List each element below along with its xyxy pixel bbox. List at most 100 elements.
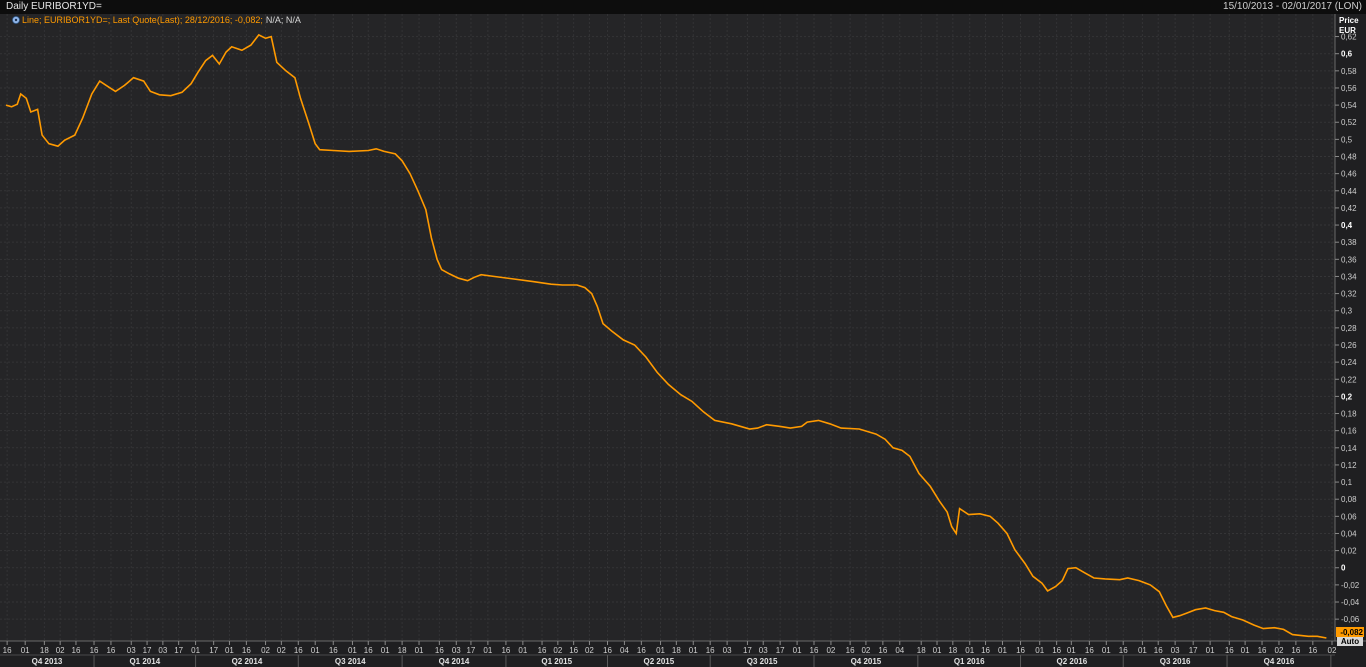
quarter-label: Q4 2016 [1264,657,1295,666]
title-bar: Daily EURIBOR1YD= 15/10/2013 - 02/01/201… [0,0,1366,14]
x-tick-label: 18 [40,646,49,655]
y-tick-label: 0,02 [1341,547,1357,556]
quarter-label: Q2 2016 [1057,657,1088,666]
x-tick-label: 16 [1258,646,1267,655]
x-tick-label: 17 [776,646,785,655]
y-tick-label: 0,32 [1341,290,1357,299]
x-tick-label: 16 [72,646,81,655]
x-tick-label: 16 [1052,646,1061,655]
x-tick-label: 16 [294,646,303,655]
x-tick-label: 01 [1138,646,1147,655]
x-tick-label: 01 [518,646,527,655]
x-tick-label: 03 [759,646,768,655]
x-tick-label: 02 [553,646,562,655]
series-line-euribor[interactable] [5,33,1327,639]
x-tick-label: 17 [1189,646,1198,655]
y-tick-label: 0 [1341,564,1346,573]
y-tick-label: 0,48 [1341,153,1357,162]
y-tick-label: 0,3 [1341,307,1353,316]
y-tick-label: -0,06 [1341,615,1360,624]
quarter-label: Q1 2015 [541,657,572,666]
quarter-label: Q4 2014 [439,657,470,666]
x-tick-label: 16 [878,646,887,655]
x-tick-label: 02 [585,646,594,655]
x-tick-label: 02 [861,646,870,655]
x-tick-label: 16 [242,646,251,655]
x-tick-label: 03 [158,646,167,655]
y-tick-label: 0,44 [1341,187,1357,196]
x-tick-label: 01 [1067,646,1076,655]
x-tick-label: 01 [415,646,424,655]
x-tick-label: 17 [466,646,475,655]
date-range[interactable]: 15/10/2013 - 02/01/2017 (LON) [1223,0,1362,14]
quarter-label: Q3 2015 [747,657,778,666]
y-tick-label: 0,04 [1341,529,1357,538]
x-tick-label: 16 [637,646,646,655]
y-tick-label: 0,28 [1341,324,1357,333]
y-tick-label: 0,08 [1341,495,1357,504]
x-tick-label: 16 [329,646,338,655]
y-tick-label: 0,5 [1341,135,1353,144]
x-tick-label: 01 [21,646,30,655]
x-tick-label: 01 [793,646,802,655]
x-tick-label: 18 [917,646,926,655]
x-tick-label: 16 [846,646,855,655]
x-tick-label: 16 [569,646,578,655]
x-tick-label: 03 [127,646,136,655]
gear-icon[interactable] [11,16,20,24]
last-value-label: -0,082 [1340,628,1363,637]
x-tick-label: 16 [810,646,819,655]
x-tick-label: 02 [56,646,65,655]
y-tick-label: 0,18 [1341,410,1357,419]
y-tick-label: 0,42 [1341,204,1357,213]
x-tick-label: 02 [826,646,835,655]
x-tick-label: 01 [1035,646,1044,655]
x-tick-label: 01 [1102,646,1111,655]
y-tick-label: 0,06 [1341,512,1357,521]
quarter-label: Q1 2016 [954,657,985,666]
line-chart[interactable]: 0,620,60,580,560,540,520,50,480,460,440,… [0,14,1366,667]
quarter-label: Q3 2014 [335,657,366,666]
x-tick-label: 16 [1308,646,1317,655]
x-tick-label: 16 [1085,646,1094,655]
x-tick-label: 02 [277,646,286,655]
unit-label-currency: EUR [1339,26,1356,35]
x-tick-label: 16 [1291,646,1300,655]
y-tick-label: 0,54 [1341,101,1357,110]
x-tick-label: 16 [1119,646,1128,655]
x-tick-label: 17 [743,646,752,655]
x-tick-label: 16 [3,646,12,655]
x-tick-label: 16 [1154,646,1163,655]
chart-window: Daily EURIBOR1YD= 15/10/2013 - 02/01/201… [0,0,1366,667]
x-tick-label: 01 [225,646,234,655]
x-tick-label: 01 [965,646,974,655]
x-tick-label: 16 [706,646,715,655]
y-tick-label: 0,34 [1341,272,1357,281]
legend-text: Line; EURIBOR1YD=; Last Quote(Last); 28/… [22,15,263,25]
x-tick-label: 01 [689,646,698,655]
chart-title: Daily EURIBOR1YD= [6,1,102,12]
legend[interactable]: Line; EURIBOR1YD=; Last Quote(Last); 28/… [11,15,301,25]
x-tick-label: 16 [603,646,612,655]
quarter-label: Q2 2014 [232,657,263,666]
y-tick-label: 0,26 [1341,341,1357,350]
y-tick-label: -0,02 [1341,581,1360,590]
y-tick-label: 0,4 [1341,221,1353,230]
x-tick-label: 01 [998,646,1007,655]
unit-label-price: Price [1339,16,1359,25]
x-tick-label: 16 [106,646,115,655]
x-tick-label: 01 [1206,646,1215,655]
chart-area[interactable]: 0,62 0,6 0,58 0,56 0,54 0,52 0,5 0,48 0,46 0,44 0,… [0,14,1366,667]
x-tick-label: 17 [209,646,218,655]
x-tick-label: 16 [501,646,510,655]
legend-na: N/A; N/A [266,15,301,25]
y-tick-label: 0,1 [1341,478,1353,487]
last-value-badge: -0,082 [1336,627,1364,637]
y-tick-label: 0,46 [1341,170,1357,179]
quarter-label: Q4 2015 [851,657,882,666]
x-tick-label: 02 [261,646,270,655]
y-tick-label: 0,58 [1341,67,1357,76]
y-tick-label: 0,22 [1341,375,1357,384]
y-tick-label: -0,04 [1341,598,1360,607]
x-tick-label: 18 [672,646,681,655]
